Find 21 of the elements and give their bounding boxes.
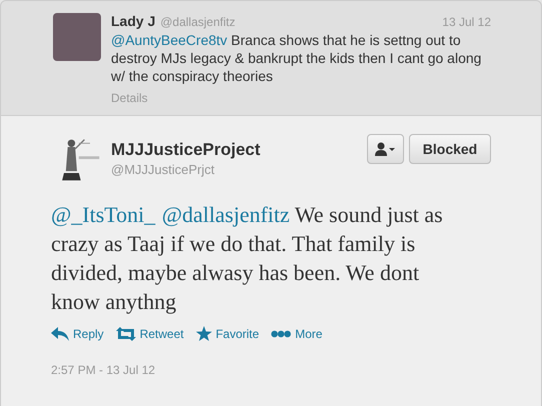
reply-arrow-icon (51, 326, 69, 340)
tweet-text: @_ItsToni_ @dallasjenfitz We sound just as crazy as Taaj if we do that. That family is divided, maybe alwasy has been. We dont know anythng (51, 201, 444, 316)
user-name[interactable]: MJJJusticeProject (111, 140, 367, 160)
tweet-timestamp[interactable]: 2:57 PM - 13 Jul 12 (51, 363, 156, 377)
tweet-text: @AuntyBeeCre8tv Branca shows that he is settng out to destroy MJs legacy & bankrupt the kids then I cant go along w/ the conspiracy theories (111, 31, 482, 85)
retweet-icon (116, 326, 136, 340)
user-handle[interactable]: @MJJJusticePrjct (111, 162, 367, 177)
star-icon (196, 326, 212, 341)
user-actions-button[interactable] (367, 134, 404, 164)
user-handle[interactable]: @dallasjenfitz (160, 15, 236, 29)
favorite-action-link[interactable]: Favorite (196, 326, 260, 341)
person-caret-icon (374, 142, 396, 156)
retweet-action-link[interactable]: Retweet (116, 326, 184, 341)
more-action-link[interactable]: More (271, 326, 322, 341)
reply-action-link[interactable]: Reply (51, 326, 104, 341)
avatar-photo-placeholder (53, 13, 101, 61)
user-name[interactable]: Lady J (111, 13, 156, 29)
details-link[interactable]: Details (111, 91, 148, 105)
more-dots-icon (271, 330, 292, 338)
tweet-date[interactable]: 13 Jul 12 (442, 15, 491, 29)
blocked-button[interactable]: Blocked (409, 134, 491, 164)
